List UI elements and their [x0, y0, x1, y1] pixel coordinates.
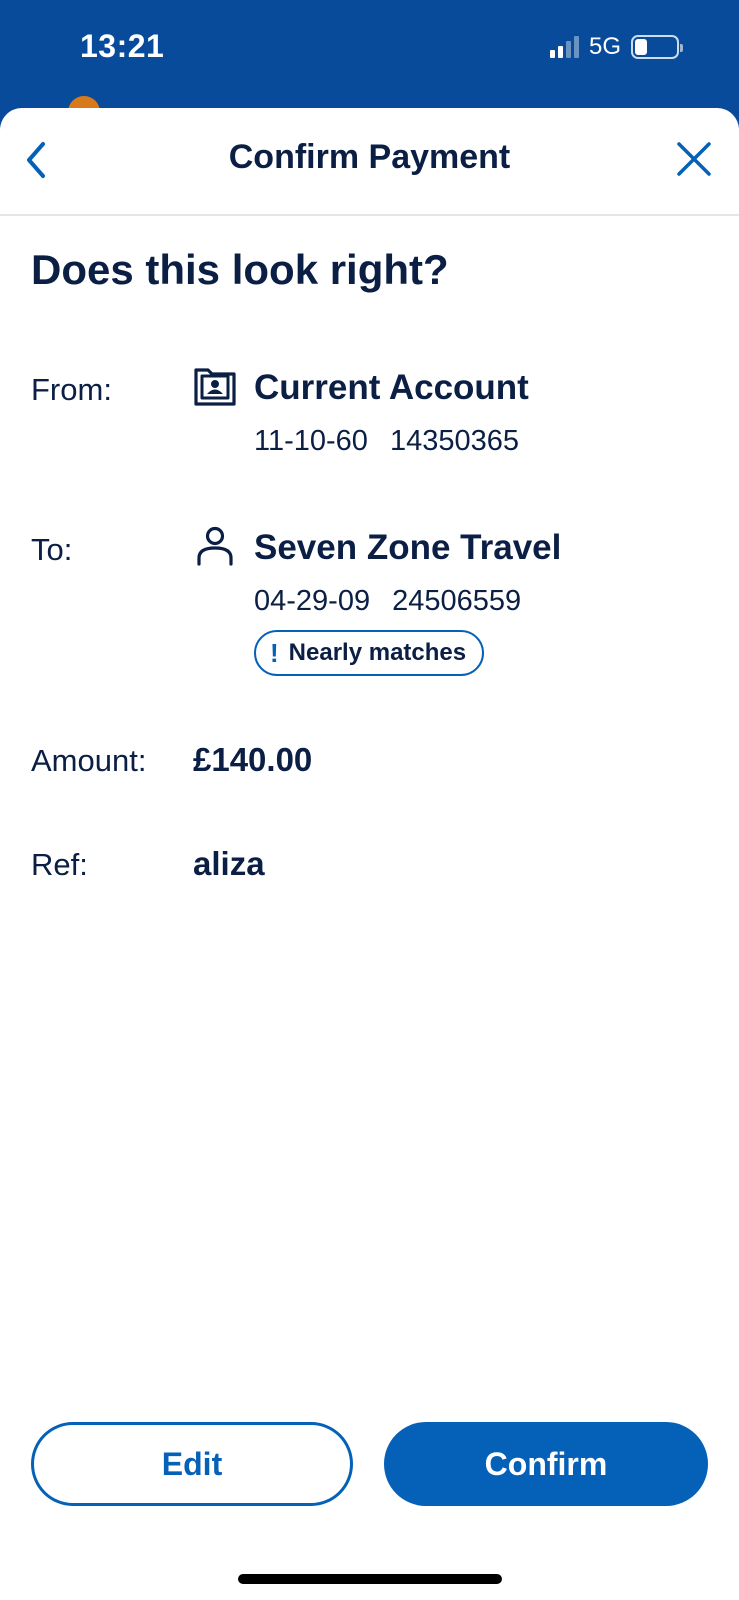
edit-button[interactable]: Edit — [31, 1422, 353, 1506]
status-time: 13:21 — [80, 28, 165, 64]
sheet-header: Confirm Payment — [0, 108, 739, 216]
payee-account-details: 04-29-09 24506559 — [254, 585, 521, 618]
from-account-name: Current Account — [254, 368, 529, 407]
warning-icon: ! — [270, 637, 279, 668]
from-sort-code: 11-10-60 — [254, 425, 368, 457]
close-button[interactable] — [669, 134, 719, 184]
reference-value: aliza — [193, 845, 265, 882]
badge-label: Nearly matches — [288, 639, 467, 666]
from-label: From: — [31, 372, 112, 407]
from-account-details: 11-10-60 14350365 — [254, 425, 519, 458]
confirm-button[interactable]: Confirm — [384, 1422, 708, 1506]
person-icon — [197, 526, 233, 566]
battery-icon — [631, 35, 683, 59]
payee-sort-code: 04-29-09 — [254, 585, 371, 617]
status-indicators: 5G — [549, 33, 683, 61]
page-title: Confirm Payment — [228, 138, 511, 176]
amount-value: £140.00 — [193, 741, 313, 778]
close-icon — [677, 142, 711, 176]
reference-label: Ref: — [31, 847, 88, 882]
payee-name: Seven Zone Travel — [254, 528, 562, 567]
status-bar: 13:21 5G — [0, 0, 739, 110]
home-indicator[interactable] — [238, 1574, 502, 1584]
confirm-payment-sheet: Confirm Payment — [0, 108, 739, 1600]
to-label: To: — [31, 532, 73, 567]
amount-label: Amount: — [31, 743, 147, 778]
nearly-matches-badge[interactable]: ! Nearly matches — [254, 630, 485, 676]
from-account-number: 14350365 — [389, 425, 519, 457]
payee-account-number: 24506559 — [392, 585, 522, 617]
confirmation-question: Does this look right? — [31, 246, 449, 293]
network-type: 5G — [588, 33, 621, 60]
signal-icon — [549, 36, 579, 58]
account-folder-icon — [194, 368, 236, 406]
